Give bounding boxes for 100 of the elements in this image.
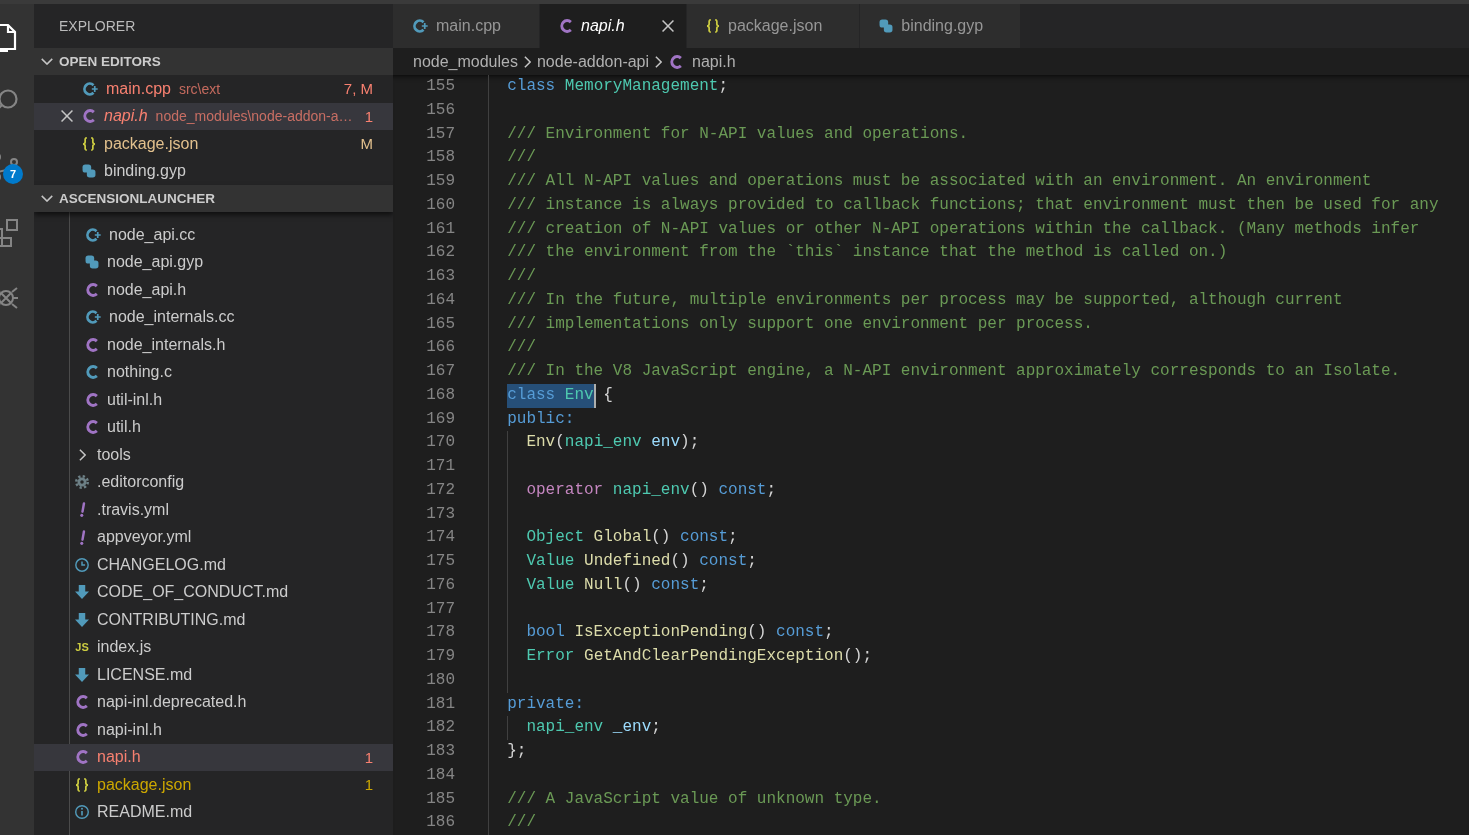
file-item[interactable]: .travis.yml [34, 496, 393, 524]
letter-c-icon [669, 54, 684, 69]
line-number: 172 [426, 480, 455, 499]
close-icon[interactable] [662, 20, 674, 32]
close-icon[interactable] [61, 110, 73, 123]
file-item[interactable]: JS index.js [34, 633, 393, 661]
line-number: 179 [426, 647, 455, 665]
line-number: 156 [426, 100, 455, 119]
code-line: bool IsExceptionPending() const; [526, 622, 834, 644]
down-arrow-icon [75, 585, 89, 600]
file-item[interactable]: package.json 1 [34, 771, 393, 799]
file-item[interactable]: node_internals.h [34, 331, 393, 359]
file-item[interactable]: napi.h 1 [34, 743, 393, 771]
file-item[interactable]: appveyor.yml [34, 523, 393, 551]
editor-tab[interactable]: napi.h [540, 4, 687, 48]
file-item[interactable]: README.md [34, 798, 393, 826]
file-item[interactable]: node_internals.cc [34, 303, 393, 331]
line-number: 171 [426, 457, 455, 475]
file-path: node_modules\node-addon-a… [155, 108, 353, 125]
line-number: 175 [426, 552, 455, 570]
file-item[interactable]: util-inl.h [34, 386, 393, 414]
file-item[interactable]: node_api.h [34, 276, 393, 304]
letter-c-icon [85, 392, 99, 407]
line-number: 161 [426, 219, 455, 238]
code-line: Object Global() const; [526, 527, 738, 549]
letter-c-icon [85, 282, 99, 297]
letter-c-icon [75, 695, 89, 710]
line-number: 169 [426, 409, 455, 428]
file-item[interactable]: nothing.c [34, 358, 393, 386]
line-number: 177 [426, 599, 455, 618]
code-line: private: [507, 693, 584, 715]
code-line: Env(napi_env env); [526, 432, 700, 454]
line-number: 174 [426, 528, 455, 547]
file-item[interactable]: node_api.cc [34, 221, 393, 249]
chevron-down-icon [41, 58, 53, 65]
chevron-right-icon [523, 55, 531, 68]
problem-count: 1 [363, 776, 373, 794]
code-line: /// [507, 147, 536, 169]
file-item[interactable]: CHANGELOG.md [34, 551, 393, 579]
file-item[interactable]: napi-inl.h [34, 716, 393, 744]
code-line: /// In the future, multiple environments per process may be supported, although current [507, 289, 1343, 311]
extensions-icon[interactable] [0, 216, 19, 247]
code-line: }; [507, 741, 527, 762]
letter-c-icon [85, 337, 99, 352]
file-item[interactable]: util.h [34, 413, 393, 441]
line-number: 182 [426, 718, 455, 737]
open-editor-item[interactable]: binding.gyp [34, 157, 393, 185]
letter-c-icon [559, 19, 573, 33]
editor-tab[interactable]: binding.gyp [860, 4, 1022, 48]
sidebar-title: EXPLORER [59, 18, 136, 34]
section-header[interactable]: OPEN EDITORS [34, 48, 393, 75]
line-number: 155 [426, 77, 455, 95]
letter-c-icon [75, 750, 89, 765]
down-arrow-icon [75, 612, 89, 627]
exclamation-icon [78, 529, 86, 545]
files-icon[interactable] [0, 21, 19, 52]
code-line: napi_env _env; [526, 717, 661, 739]
line-number: 180 [426, 670, 455, 689]
chevron-down-icon [41, 195, 53, 202]
chevron-right-icon [655, 55, 663, 68]
code-line: public: [507, 408, 575, 430]
indent-guide [507, 716, 509, 740]
line-number: 183 [426, 742, 455, 760]
code-line: /// A JavaScript value of unknown type. [507, 788, 882, 810]
line-number: 160 [426, 195, 455, 214]
breadcrumb-item[interactable]: node_modules [413, 52, 518, 71]
c-plus-icon [82, 81, 98, 96]
breadcrumb-item[interactable]: napi.h [668, 52, 736, 71]
folder-item[interactable]: tools [34, 441, 393, 469]
code-line: /// All N-API values and operations must be associated with an environment. An environment [507, 171, 1372, 192]
editor-tab[interactable]: main.cpp [393, 4, 540, 48]
open-editor-item[interactable]: package.json M [34, 130, 393, 158]
file-type-label: JS [75, 641, 89, 654]
editor-tab[interactable]: package.json [687, 4, 861, 48]
code-line: class MemoryManagement; [507, 76, 729, 97]
code-line: Value Null() const; [526, 574, 709, 596]
open-editor-item[interactable]: napi.h node_modules\node-addon-a… 1 [34, 102, 393, 130]
file-item[interactable]: CONTRIBUTING.md [34, 606, 393, 634]
line-number: 166 [426, 338, 455, 357]
open-editor-item[interactable]: main.cpp src\ext 7, M [34, 75, 393, 103]
down-arrow-icon [75, 667, 89, 682]
braces-icon [706, 19, 720, 33]
section-header[interactable]: ASCENSIONLAUNCHER [34, 185, 393, 212]
file-item[interactable]: napi-inl.deprecated.h [34, 688, 393, 716]
breadcrumb-item[interactable]: node-addon-api [536, 52, 650, 71]
letter-c-icon [85, 420, 99, 435]
file-item[interactable]: CODE_OF_CONDUCT.md [34, 578, 393, 606]
line-number: 168 [426, 385, 455, 404]
line-number: 178 [426, 623, 455, 642]
letter-c-icon [75, 722, 89, 737]
overlapping-squares-icon [879, 19, 894, 33]
chevron-right-icon [78, 448, 86, 461]
file-item[interactable]: .editorconfig [34, 468, 393, 496]
line-number: 158 [426, 148, 455, 167]
line-number: 163 [426, 267, 455, 285]
line-number: 164 [426, 290, 455, 309]
file-item[interactable]: node_api.gyp [34, 248, 393, 276]
code-line: /// [507, 266, 536, 287]
file-path: src\ext [178, 80, 221, 97]
file-item[interactable]: LICENSE.md [34, 661, 393, 689]
